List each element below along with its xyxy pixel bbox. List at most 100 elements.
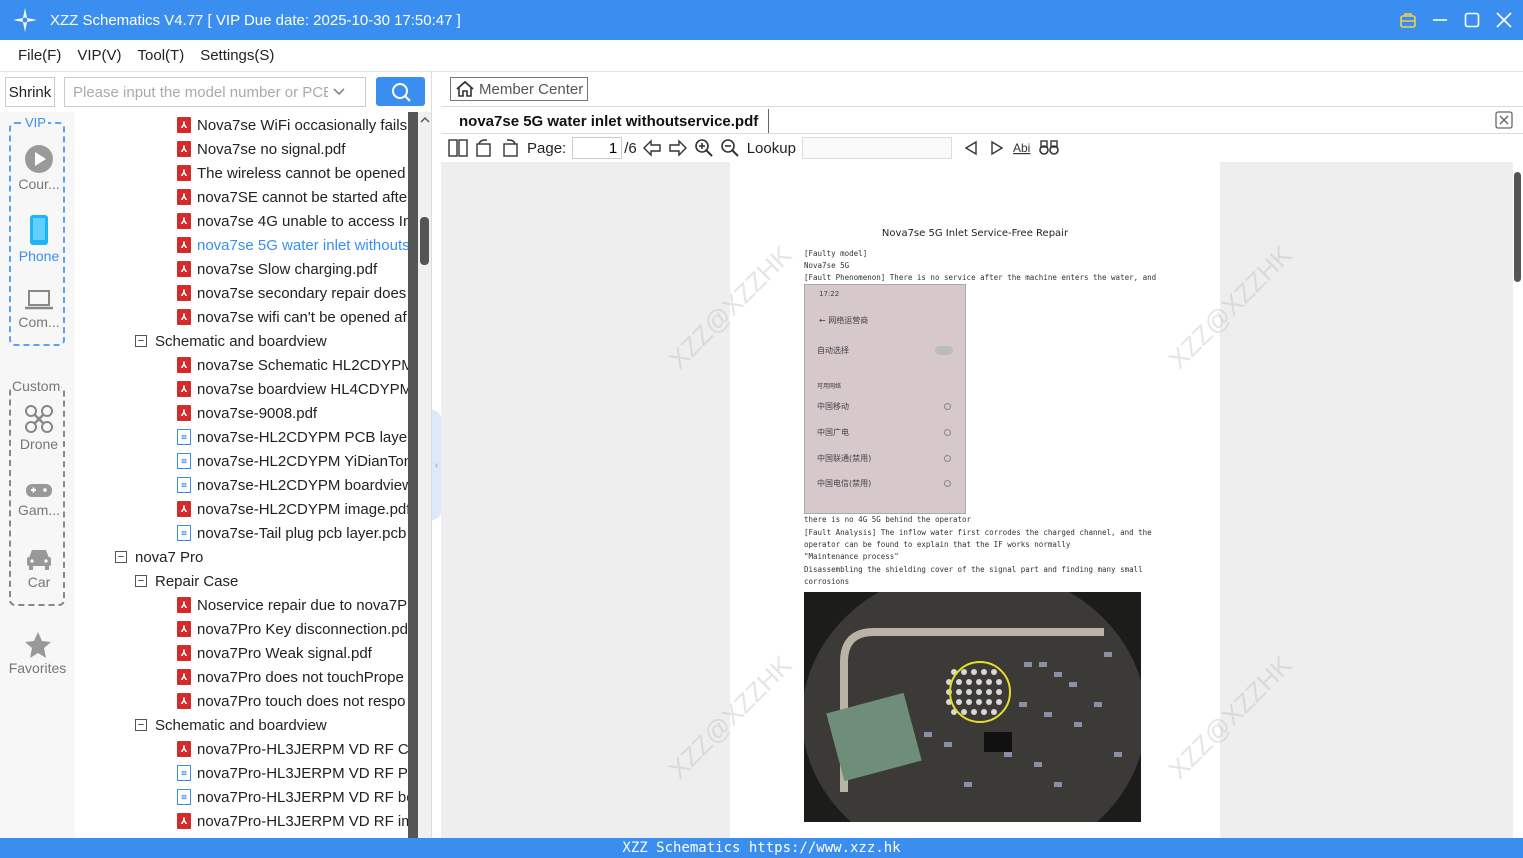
member-center-button[interactable]: Member Center (450, 77, 588, 101)
pdf-file-icon: ⅄ (177, 693, 191, 709)
tree-file[interactable]: ⌗ nova7Pro-HL3JERPM VD RF boa (177, 785, 408, 809)
pdf-file-icon: ⅄ (177, 597, 191, 613)
pdf-file-icon: ⅄ (177, 261, 191, 277)
pdf-file-icon: ⅄ (177, 741, 191, 757)
tree-item-label: Schematic and boardview (155, 716, 327, 734)
sidebar-item-favorites[interactable]: Favorites (0, 630, 75, 676)
close-document-icon[interactable] (1495, 111, 1513, 129)
search-input[interactable] (73, 83, 328, 101)
lookup-input[interactable] (801, 137, 952, 159)
pdf-file-icon: ⅄ (177, 501, 191, 517)
pdf-line: [Faulty model] (804, 249, 868, 258)
zoom-out-icon[interactable] (719, 137, 741, 159)
tree-file[interactable]: ⅄ nova7se-9008.pdf (177, 401, 317, 425)
tree-file[interactable]: ⅄ nova7Pro Weak signal.pdf (177, 641, 372, 665)
sidebar-item-drone[interactable]: Drone (11, 404, 67, 452)
maximize-icon[interactable] (1463, 11, 1481, 29)
tree-file[interactable]: ⅄ nova7se wifi can't be opened af (177, 305, 407, 329)
menu-vip[interactable]: VIP(V) (77, 47, 121, 64)
watermark: XZZ@XZZHK (662, 239, 798, 375)
tree-file[interactable]: ⅄ nova7Pro-HL3JERPM VD RF Cor (177, 737, 408, 761)
tree-scrollbar-thumb[interactable] (420, 217, 429, 265)
tree-file[interactable]: ⅄ nova7se 5G water inlet withouts (177, 233, 408, 257)
page-number-input[interactable] (572, 137, 623, 159)
tree-file[interactable]: ⅄ Noservice repair due to nova7P (177, 593, 407, 617)
tree-file[interactable]: ⌗ nova7se-HL2CDYPM YiDianTon (177, 449, 408, 473)
viewer-scrollbar-thumb[interactable] (1514, 172, 1521, 282)
tree-file[interactable]: ⅄ nova7SE cannot be started after (177, 185, 408, 209)
tree-folder[interactable]: − Repair Case (135, 569, 238, 593)
menu-settings[interactable]: Settings(S) (200, 47, 274, 64)
tree-file[interactable]: ⅄ nova7se Schematic HL2CDYPM. (177, 353, 408, 377)
radio-icon (944, 455, 951, 462)
tree-file[interactable]: ⅄ nova7Pro-HL3JERPM VD RF ima (177, 809, 408, 833)
pdf-line: corrosions (804, 577, 850, 586)
pdf-file-icon: ⅄ (177, 165, 191, 181)
sidebar-item-phone[interactable]: Phone (11, 214, 67, 264)
collapse-icon[interactable]: − (135, 719, 147, 731)
tree-file[interactable]: ⅄ nova7se 4G unable to access Int (177, 209, 408, 233)
favorites-label: Favorites (8, 660, 67, 676)
find-all-icon[interactable] (1038, 137, 1060, 159)
close-icon[interactable] (1495, 11, 1513, 29)
tree-folder[interactable]: − nova7 Pro (115, 545, 203, 569)
tree-file[interactable]: ⅄ nova7Pro does not touchPrope (177, 665, 404, 689)
tree-item-label: nova7Pro does not touchPrope (197, 668, 404, 686)
panel-collapse-handle[interactable]: ‹ (432, 410, 441, 520)
left-panel: Shrink VIP Cour... Phone (0, 72, 432, 838)
pdf-line: [Fault Analysis] The inflow water first … (804, 528, 1152, 537)
tree-file[interactable]: ⅄ Nova7se no signal.pdf (177, 137, 345, 161)
tree-file[interactable]: ⌗ nova7se-HL2CDYPM boardview (177, 473, 408, 497)
home-icon (456, 80, 474, 97)
collapse-icon[interactable]: − (115, 551, 127, 563)
menu-file[interactable]: File(F) (18, 47, 61, 64)
pdf-viewer[interactable]: Nova7se 5G Inlet Service-Free Repair [Fa… (441, 162, 1513, 838)
sidebar-item-computer[interactable]: Com... (11, 288, 67, 330)
chevron-down-icon[interactable] (332, 84, 346, 101)
custom-group-label: Custom (11, 378, 62, 394)
tree-file[interactable]: ⌗ nova7se-Tail plug pcb layer.pcb (177, 521, 406, 545)
sidebar-item-game[interactable]: Gam... (11, 480, 67, 518)
collapse-icon[interactable]: − (135, 575, 147, 587)
tab-document[interactable]: nova7se 5G water inlet withoutservice.pd… (449, 109, 770, 133)
minimize-icon[interactable] (1431, 11, 1449, 29)
search-button[interactable] (376, 77, 425, 106)
vip-bag-icon[interactable] (1399, 11, 1417, 29)
tree-file[interactable]: ⅄ nova7se boardview HL4CDYPM (177, 377, 408, 401)
drone-icon (11, 404, 67, 434)
sidebar-item-car[interactable]: Car (11, 546, 67, 590)
sidebar-item-courses[interactable]: Cour... (11, 144, 67, 192)
pdf-file-icon: ⅄ (177, 357, 191, 373)
tree-file[interactable]: ⌗ nova7se-HL2CDYPM PCB layer.p (177, 425, 408, 449)
menu-bar: File(F) VIP(V) Tool(T) Settings(S) (0, 40, 1523, 72)
tree-file[interactable]: ⅄ nova7se-HL2CDYPM image.pdf (177, 497, 408, 521)
tree-file[interactable]: ⅄ nova7se Slow charging.pdf (177, 257, 377, 281)
phone-row: 中国广电 (817, 428, 849, 437)
tree-item-label: nova7se secondary repair does (197, 284, 407, 302)
match-case-icon[interactable]: Abi (1012, 137, 1034, 159)
zoom-in-icon[interactable] (693, 137, 715, 159)
tree-file[interactable]: ⅄ nova7se secondary repair does (177, 281, 406, 305)
menu-tool[interactable]: Tool(T) (138, 47, 185, 64)
pdf-file-icon: ⅄ (177, 669, 191, 685)
find-previous-icon[interactable] (960, 137, 982, 159)
two-page-view-icon[interactable] (447, 137, 469, 159)
tree-file[interactable]: ⅄ The wireless cannot be opened (177, 161, 405, 185)
scroll-up-icon[interactable] (418, 114, 431, 126)
tree-file[interactable]: ⅄ nova7Pro touch does not respo (177, 689, 405, 713)
model-search-box[interactable] (64, 77, 366, 107)
rotate-left-icon[interactable] (473, 137, 495, 159)
next-page-icon[interactable] (667, 137, 689, 159)
tree-folder[interactable]: − Schematic and boardview (135, 329, 327, 353)
collapse-icon[interactable]: − (135, 335, 147, 347)
shrink-button[interactable]: Shrink (5, 77, 55, 107)
tree-file[interactable]: ⌗ nova7Pro-HL3JERPM VD RF PCI (177, 761, 408, 785)
tree-file[interactable]: ⅄ Nova7se WiFi occasionally fails (177, 113, 407, 137)
pdf-line: Disassembling the shielding cover of the… (804, 565, 1143, 574)
find-next-icon[interactable] (986, 137, 1008, 159)
previous-page-icon[interactable] (641, 137, 663, 159)
rotate-right-icon[interactable] (499, 137, 521, 159)
tree-folder[interactable]: − Schematic and boardview (135, 713, 327, 737)
file-tree: ⅄ Nova7se WiFi occasionally fails ⅄ Nova7se… (75, 112, 408, 838)
tree-file[interactable]: ⅄ nova7Pro Key disconnection.pd (177, 617, 408, 641)
